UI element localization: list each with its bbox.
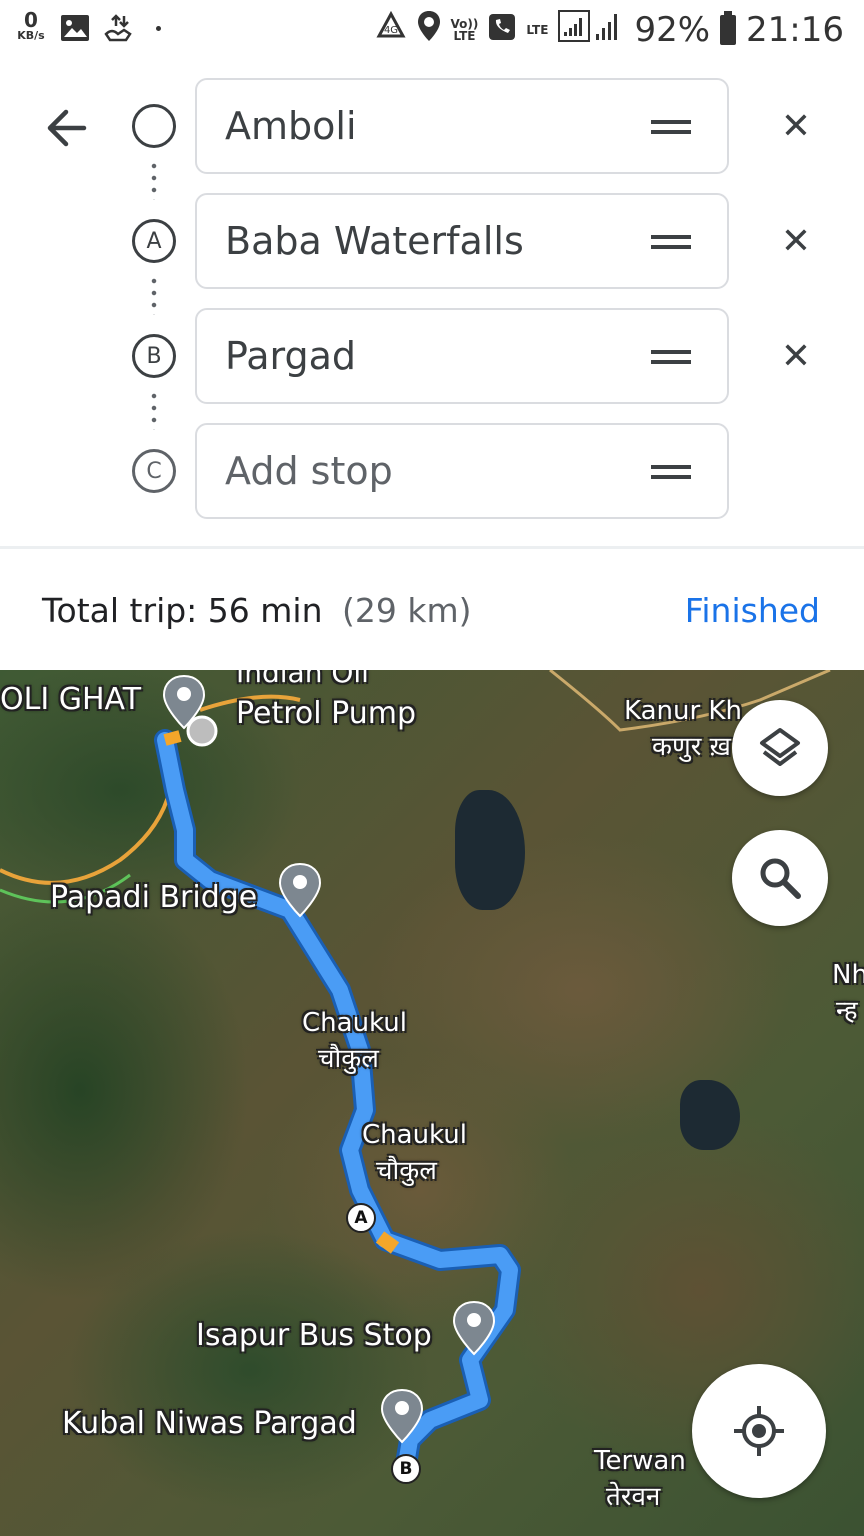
map-label-kubal-niwas-pargad[interactable]: Kubal Niwas Pargad (62, 1406, 357, 1442)
image-icon (60, 14, 90, 46)
stop-a-marker-icon: A (132, 219, 176, 263)
route-row-add-stop: C Add stop (0, 423, 864, 519)
volte-indicator: Vo)) LTE (451, 18, 479, 42)
recycle-icon: 4G (375, 10, 407, 50)
location-icon (417, 10, 441, 51)
stop-c-marker-icon: C (132, 449, 176, 493)
battery-icon (720, 11, 737, 45)
map-label-terwan: Terwan (594, 1446, 686, 1476)
layers-button[interactable] (732, 700, 828, 796)
drag-handle-icon[interactable] (651, 465, 691, 479)
svg-text:4G: 4G (383, 25, 397, 36)
my-location-button[interactable] (692, 1364, 826, 1498)
map-pin-icon[interactable] (278, 862, 322, 918)
route-row-stop-b: B Pargad ✕ (0, 308, 864, 404)
phone-icon (488, 10, 516, 50)
map-label-papadi-bridge[interactable]: Papadi Bridge (50, 880, 257, 916)
map-label-kanur: Kanur Kh (624, 696, 742, 726)
origin-field-text: Amboli (225, 104, 357, 148)
route-editor: Amboli ✕ A Baba Waterfalls ✕ B Pargad ✕ … (0, 60, 864, 548)
map-label-petrol-pump[interactable]: Petrol Pump (236, 696, 416, 732)
map-label-nh: Nh (832, 960, 864, 990)
signal-icon (558, 9, 624, 51)
drag-handle-icon[interactable] (651, 235, 691, 249)
data-transfer-icon (102, 12, 134, 48)
close-icon: ✕ (780, 220, 812, 262)
network-speed-value: 0 (24, 8, 38, 32)
add-stop-placeholder: Add stop (225, 449, 393, 493)
add-stop-field[interactable]: Add stop (195, 423, 729, 519)
notification-dot-icon (156, 26, 161, 31)
stop-b-field[interactable]: Pargad (195, 308, 729, 404)
drag-handle-icon[interactable] (651, 350, 691, 364)
remove-stop-b-button[interactable]: ✕ (770, 330, 822, 382)
map-pin-icon[interactable] (380, 1388, 424, 1444)
close-icon: ✕ (780, 105, 812, 147)
remove-stop-a-button[interactable]: ✕ (770, 215, 822, 267)
map-label-terwan-hindi: तेरवन (606, 1482, 661, 1512)
waypoint-a-marker[interactable]: A (346, 1203, 376, 1233)
map-label-nh-hindi: न्ह (836, 996, 858, 1026)
battery-level: 92% (634, 10, 711, 50)
volte-bottom-label: LTE (453, 29, 476, 43)
lte-label: LTE (526, 23, 549, 37)
search-along-route-button[interactable] (732, 830, 828, 926)
origin-circle-icon (132, 104, 176, 148)
map-view[interactable]: OLI GHAT Indian Oil Petrol Pump Kanur Kh… (0, 670, 864, 1536)
layers-icon (760, 728, 800, 766)
route-row-stop-a: A Baba Waterfalls ✕ (0, 193, 864, 289)
stop-b-marker-icon: B (132, 334, 176, 378)
stop-a-field-text: Baba Waterfalls (225, 219, 524, 263)
origin-field[interactable]: Amboli (195, 78, 729, 174)
trip-summary: Total trip: 56 min (29 km) Finished (0, 549, 864, 670)
network-speed-unit: KB/s (17, 29, 45, 42)
map-label-chaukul: Chaukul (302, 1008, 408, 1038)
map-pin-icon[interactable] (162, 674, 206, 730)
trip-duration: Total trip: 56 min (42, 591, 323, 630)
waypoint-b-marker[interactable]: B (391, 1454, 421, 1484)
trip-distance: (29 km) (342, 591, 472, 630)
clock: 21:16 (746, 10, 844, 50)
map-label-chaukul-hindi: चौकुल (376, 1156, 437, 1186)
map-label-kanur-hindi: कणुर ख़ (652, 732, 731, 762)
status-bar: 0 KB/s 4G Vo)) LTE LTE 92% 21:16 (0, 0, 864, 60)
status-right: 4G Vo)) LTE LTE 92% 21:16 (375, 9, 844, 51)
map-label-indian-oil: Indian Oil (236, 670, 369, 689)
map-label-chaukul: Chaukul (362, 1120, 468, 1150)
stop-a-field[interactable]: Baba Waterfalls (195, 193, 729, 289)
search-icon (760, 858, 801, 899)
crosshair-icon (734, 1406, 784, 1456)
map-label-isapur-bus-stop[interactable]: Isapur Bus Stop (196, 1318, 432, 1354)
map-pin-icon[interactable] (452, 1300, 496, 1356)
network-speed: 0 KB/s (12, 10, 50, 41)
remove-origin-button[interactable]: ✕ (770, 100, 822, 152)
route-row-origin: Amboli ✕ (0, 78, 864, 174)
finished-button[interactable]: Finished (685, 591, 820, 630)
drag-handle-icon[interactable] (651, 120, 691, 134)
stop-b-field-text: Pargad (225, 334, 356, 378)
map-label-chaukul-hindi: चौकुल (318, 1044, 379, 1074)
map-label-oli-ghat: OLI GHAT (0, 682, 142, 717)
close-icon: ✕ (780, 335, 812, 377)
